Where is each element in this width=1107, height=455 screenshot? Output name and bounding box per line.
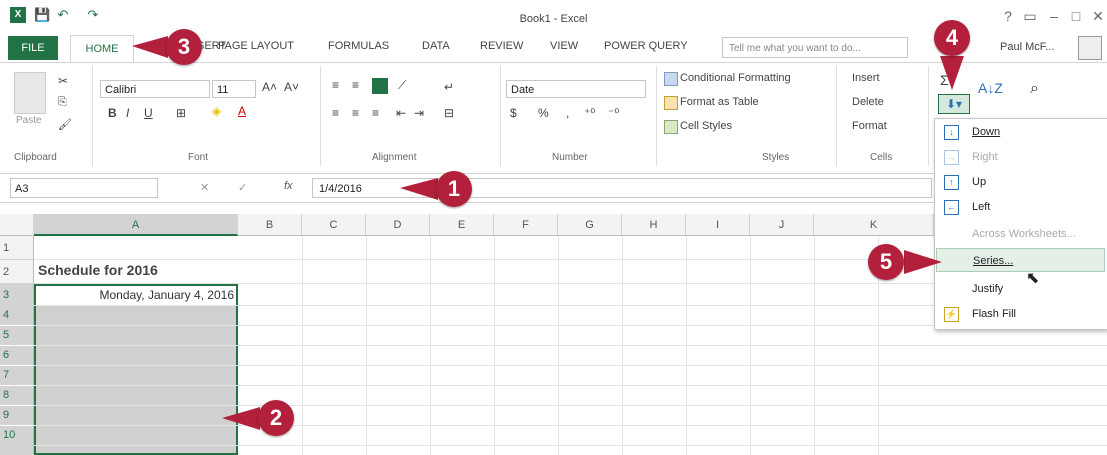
callout-3: 3 bbox=[166, 29, 202, 65]
callout-5: 5 bbox=[868, 244, 904, 280]
callout-1-arrow bbox=[400, 178, 438, 200]
callout-4: 4 bbox=[934, 20, 970, 56]
callout-2: 2 bbox=[258, 400, 294, 436]
callout-4-arrow bbox=[940, 56, 964, 90]
callout-1: 1 bbox=[436, 171, 472, 207]
callout-arrows bbox=[132, 36, 964, 430]
callout-2-arrow bbox=[222, 407, 260, 430]
callout-5-arrow bbox=[904, 250, 942, 274]
callout-3-arrow bbox=[132, 36, 168, 58]
